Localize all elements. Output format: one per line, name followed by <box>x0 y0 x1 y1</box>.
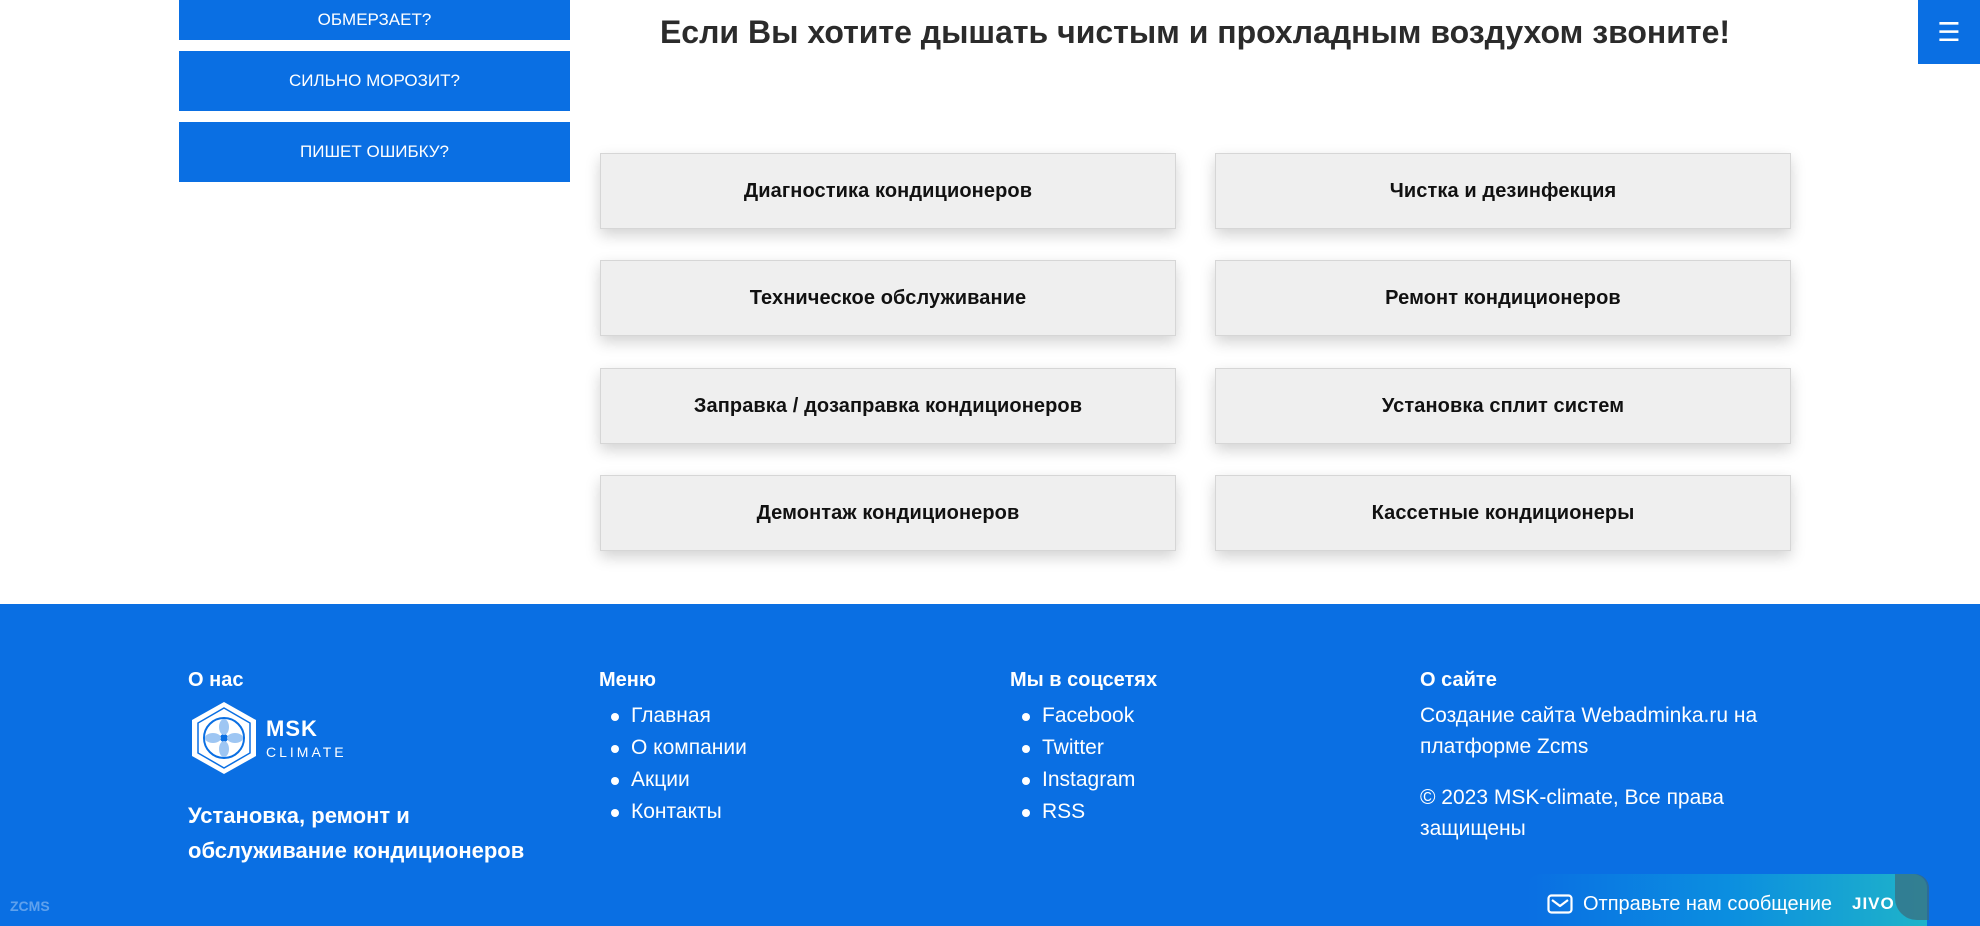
hamburger-icon: ☰ <box>1937 16 1961 47</box>
logo-climate-text: CLIMATE <box>266 744 347 760</box>
footer-link-instagram[interactable]: Instagram <box>1021 764 1157 796</box>
service-repair-button[interactable]: Ремонт кондиционеров <box>1215 260 1791 336</box>
service-diagnostics-button[interactable]: Диагностика кондиционеров <box>600 153 1176 229</box>
footer-link-about[interactable]: О компании <box>611 732 747 764</box>
logo[interactable]: MSK CLIMATE <box>188 700 568 776</box>
menu-toggle-button[interactable]: ☰ <box>1918 0 1980 64</box>
logo-msk-text: MSK <box>266 716 318 741</box>
chat-widget-label: Отправьте нам сообщение <box>1583 892 1832 915</box>
footer-link-promotions[interactable]: Акции <box>611 764 747 796</box>
footer-about-title: О нас <box>188 669 244 691</box>
footer-link-twitter[interactable]: Twitter <box>1021 732 1157 764</box>
fan-logo-icon <box>192 702 256 774</box>
jivo-logo: JIVO <box>1851 894 1895 913</box>
footer-social-title: Мы в соцсетях <box>1010 669 1158 691</box>
footer-tagline: Установка, ремонт и обслуживание кондици… <box>188 803 525 863</box>
footer-credit[interactable]: Создание сайта Webadminka.ru на платформ… <box>1420 700 1800 762</box>
footer-site-info: О сайте Создание сайта Webadminka.ru на … <box>1420 669 1800 864</box>
zcms-mark: ZCMS <box>10 898 50 914</box>
footer-menu: Меню Главная О компании Акции Контакты <box>599 669 747 828</box>
footer-link-rss[interactable]: RSS <box>1021 796 1157 828</box>
service-dismantling-button[interactable]: Демонтаж кондиционеров <box>600 475 1176 551</box>
footer-copyright: © 2023 MSK-climate, Все права защищены <box>1420 786 1724 840</box>
page-headline: Если Вы хотите дышать чистым и прохладны… <box>659 14 1731 50</box>
side-button-freezes-over[interactable]: ОБМЕРЗАЕТ? <box>179 0 570 40</box>
service-maintenance-button[interactable]: Техническое обслуживание <box>600 260 1176 336</box>
chat-widget-corner <box>1895 874 1929 920</box>
footer-menu-title: Меню <box>599 669 656 691</box>
footer-about: О нас MSK CLIMATE Установка, ремонт и об… <box>188 669 568 868</box>
side-button-freezes-hard[interactable]: СИЛЬНО МОРОЗИТ? <box>179 51 570 111</box>
footer-link-home[interactable]: Главная <box>611 700 747 732</box>
service-cassette-button[interactable]: Кассетные кондиционеры <box>1215 475 1791 551</box>
service-split-install-button[interactable]: Установка сплит систем <box>1215 368 1791 444</box>
envelope-icon <box>1547 894 1573 914</box>
service-refill-button[interactable]: Заправка / дозаправка кондиционеров <box>600 368 1176 444</box>
chat-widget-button[interactable]: Отправьте нам сообщение JIVO <box>1527 874 1929 926</box>
footer-social: Мы в соцсетях Facebook Twitter Instagram… <box>1010 669 1157 828</box>
side-button-shows-error[interactable]: ПИШЕТ ОШИБКУ? <box>179 122 570 182</box>
footer-link-contacts[interactable]: Контакты <box>611 796 747 828</box>
service-cleaning-button[interactable]: Чистка и дезинфекция <box>1215 153 1791 229</box>
footer-site-title: О сайте <box>1420 669 1497 691</box>
footer-link-facebook[interactable]: Facebook <box>1021 700 1157 732</box>
